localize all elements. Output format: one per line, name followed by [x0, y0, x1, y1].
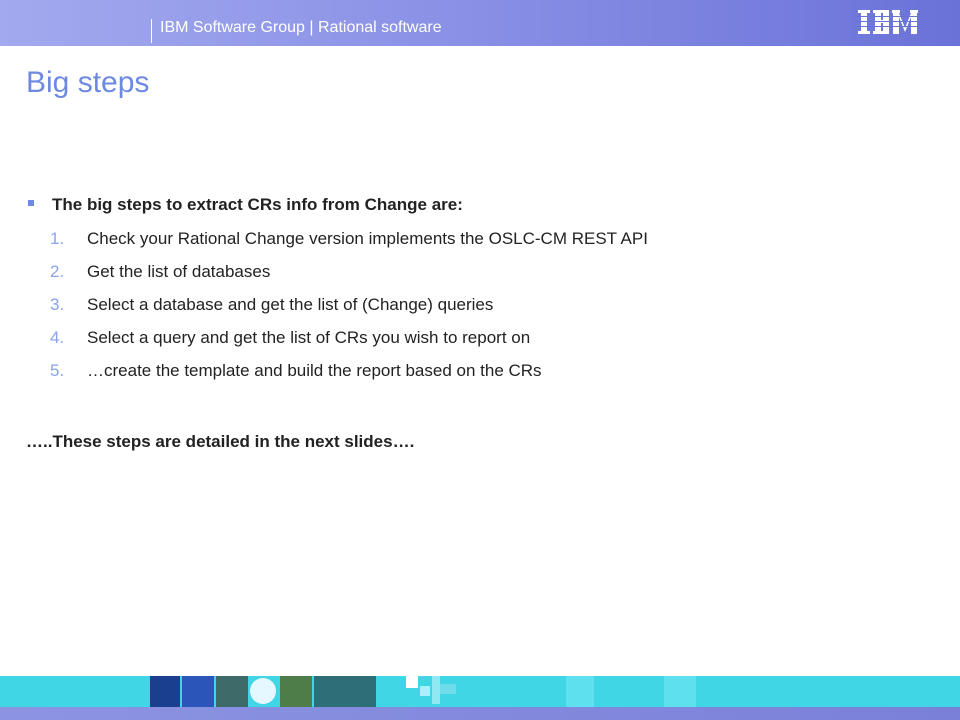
- step-text: …create the template and build the repor…: [87, 361, 542, 380]
- decorative-tile: [566, 676, 594, 707]
- header-text: IBM Software Group | Rational software: [160, 19, 442, 36]
- header-divider: [151, 19, 152, 43]
- decorative-footer-strip: [0, 707, 960, 720]
- decorative-tile: [406, 676, 418, 688]
- step-text: Select a database and get the list of (C…: [87, 295, 494, 314]
- step-text: Check your Rational Change version imple…: [87, 229, 648, 248]
- step-number: 1.: [50, 229, 65, 248]
- step-text: Select a query and get the list of CRs y…: [87, 328, 531, 347]
- decorative-tile: [280, 676, 312, 708]
- decorative-tile: [250, 678, 276, 704]
- slide: IBM Software Group | Rational software B…: [0, 0, 960, 720]
- header-band: IBM Software Group | Rational software: [0, 0, 960, 46]
- step-number: 5.: [50, 361, 65, 380]
- step-number: 3.: [50, 295, 65, 314]
- decorative-tile: [664, 676, 696, 707]
- decorative-tile: [432, 676, 440, 704]
- decorative-tile: [314, 676, 376, 708]
- decorative-tile: [216, 676, 248, 708]
- square-bullet-icon: [28, 200, 34, 206]
- step-text: Get the list of databases: [87, 262, 271, 281]
- footer-note: …..These steps are detailed in the next …: [26, 432, 415, 451]
- step-number: 2.: [50, 262, 65, 281]
- decorative-tile: [182, 676, 214, 708]
- page-title: Big steps: [26, 66, 150, 99]
- decorative-tile: [150, 676, 180, 708]
- step-number: 4.: [50, 328, 65, 347]
- decorative-tile: [440, 684, 456, 694]
- decorative-tile: [420, 686, 430, 696]
- ibm-logo: [856, 10, 922, 34]
- main-bullet-text: The big steps to extract CRs info from C…: [52, 195, 463, 214]
